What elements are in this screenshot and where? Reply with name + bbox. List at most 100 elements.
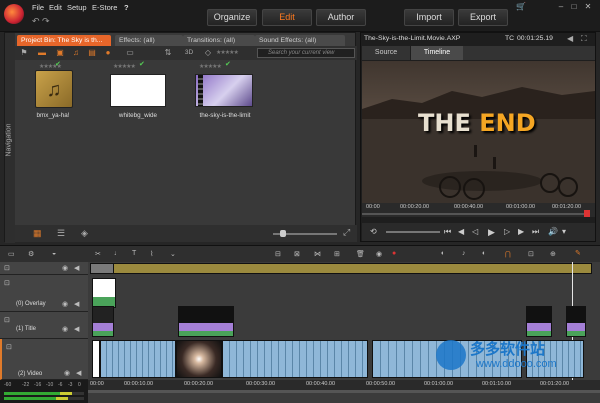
circle-filter-icon[interactable]: ● [103,48,113,57]
audio-mixer-icon[interactable]: ◖ [440,250,444,257]
video-clip[interactable] [222,340,368,378]
slip-icon[interactable]: ⋈ [314,250,321,258]
lock-icon[interactable]: ⊡ [6,343,12,351]
delete-icon[interactable]: 🗑 [356,250,365,258]
razor-icon[interactable]: ✂ [95,250,101,258]
help-icon[interactable]: ? [124,3,129,12]
speaker-icon[interactable]: ◀ [74,264,79,272]
photo-filter-icon[interactable]: ▣ [55,48,65,57]
step-back-icon[interactable]: ◀ [458,227,464,236]
timeline-scrollbar[interactable] [88,390,600,393]
track-name[interactable]: (2) Video [18,371,42,377]
lock-icon[interactable]: ⊡ [4,316,10,324]
next-frame-icon[interactable]: ▷ [504,227,510,236]
project-thumbnail[interactable] [195,74,253,107]
list-view-icon[interactable]: ☰ [57,228,65,239]
speaker-icon[interactable]: ◀ [74,300,79,308]
timeline-option-icon[interactable]: ◒ [52,250,56,257]
title-tool-icon[interactable]: T [132,250,136,257]
title-clip[interactable] [92,306,114,337]
minimize-icon[interactable]: – [555,2,567,12]
speaker-icon[interactable]: ◀ [74,325,79,333]
ripple-icon[interactable]: ⊠ [294,250,300,258]
storyboard-icon[interactable]: ▭ [8,250,15,258]
visibility-icon[interactable]: ◉ [62,300,68,308]
previous-frame-icon[interactable]: ◁ [472,227,478,236]
visibility-icon[interactable]: ◉ [62,264,68,272]
title-clip[interactable] [526,306,552,337]
title-clip[interactable] [178,306,234,337]
navigation-strip[interactable]: Navigation [5,33,15,243]
menu-estore[interactable]: E-Store [92,3,117,12]
tag-icon[interactable]: ⚑ [19,48,29,57]
zoom-icon[interactable]: ⊕ [550,250,556,258]
view-3d-toggle[interactable]: 3D [183,48,195,57]
speaker-icon[interactable]: ◀ [76,369,81,377]
folder-icon[interactable]: ▭ [125,48,135,57]
lock-icon[interactable]: ⊡ [4,279,10,287]
magnet-icon[interactable]: ⋂ [505,250,511,258]
play-icon[interactable]: ▶ [488,227,495,238]
redo-icon[interactable]: ↷ [42,16,50,27]
go-to-end-icon[interactable]: ⏭ [532,227,539,237]
lock-icon[interactable]: ⊡ [528,250,534,258]
menu-edit[interactable]: Edit [49,3,62,12]
video-clip[interactable] [100,340,176,378]
export-button[interactable]: Export [458,9,508,26]
preview-ruler[interactable]: 00:00 00:00:20.00 00:00:40.00 00:01:00.0… [362,203,595,217]
clip-marker[interactable] [90,263,114,274]
dropdown-icon[interactable]: ▾ [562,227,566,236]
visibility-icon[interactable]: ◉ [62,325,68,333]
video-clip[interactable] [176,340,222,378]
rating-filter[interactable]: ★★★★★ [216,49,239,56]
video-clip[interactable] [92,340,100,378]
split-icon[interactable]: ⊞ [334,250,340,258]
tab-transitions[interactable]: Transitions: (all) [183,35,255,46]
tab-project-bin[interactable]: Project Bin: The Sky is th... [17,35,111,46]
overlay-clip[interactable] [92,278,116,308]
track-header-video[interactable]: ⊡ (2) Video ◉ ◀ [0,339,88,380]
fullscreen-icon[interactable]: ⛶ [581,34,587,44]
track-name[interactable]: (1) Title [16,326,36,332]
lock-icon[interactable]: ⊡ [4,264,10,272]
playhead-marker[interactable] [584,210,590,217]
organize-button[interactable]: Organize [207,9,257,26]
tab-timeline[interactable]: Timeline [411,46,463,60]
project-clip[interactable] [90,263,592,274]
white-background-thumbnail[interactable] [110,74,166,107]
audio-thumbnail[interactable]: ♫ [35,70,73,108]
track-name[interactable]: (0) Overlay [16,301,46,307]
volume-icon[interactable]: ◐ [482,250,486,257]
marker-icon[interactable]: ● [392,250,396,257]
scissor-pen-icon[interactable]: ✎ [575,249,581,257]
undo-icon[interactable]: ↶ [32,16,40,27]
track-header-overlay[interactable]: ⊡ (0) Overlay ◉ ◀ [0,275,88,312]
tab-source[interactable]: Source [362,46,410,60]
step-forward-icon[interactable]: ▶ [518,227,524,236]
track-header-master[interactable]: ⊡ ◉ ◀ [0,262,88,275]
track-header-title[interactable]: ⊡ (1) Title ◉ ◀ [0,312,88,339]
collections-icon[interactable]: ◈ [81,228,88,239]
menu-setup[interactable]: Setup [67,3,87,12]
audio-tool-icon[interactable]: ♩ [114,250,121,257]
maximize-icon[interactable]: □ [568,2,580,12]
preview-scrubber-track[interactable] [362,213,586,215]
zoom-slider-thumb[interactable] [280,230,286,237]
scrub-audio-icon[interactable]: ♪ [462,250,466,257]
cart-icon[interactable]: 🛒 [515,2,527,12]
tab-sound-effects[interactable]: Sound Effects: (all) [255,35,345,46]
timecode[interactable]: 00:01:25.19 [517,35,553,42]
grid-view-icon[interactable]: ▦ [33,228,42,239]
shuttle-slider[interactable] [386,231,440,233]
tag-filter-icon[interactable]: ◇ [203,48,213,57]
settings-icon[interactable]: ⚙ [28,250,34,258]
edit-button[interactable]: Edit [262,9,312,26]
transition-icon[interactable]: ⌄ [170,250,176,258]
audio-filter-icon[interactable]: ♫ [71,48,81,57]
snapshot-icon[interactable]: ◉ [376,250,382,258]
volume-icon[interactable]: 🔊 [548,227,558,236]
trim-icon[interactable]: ⌇ [150,250,153,258]
author-button[interactable]: Author [316,9,366,26]
menu-file[interactable]: File [32,3,44,12]
loop-icon[interactable]: ⟲ [370,227,377,236]
